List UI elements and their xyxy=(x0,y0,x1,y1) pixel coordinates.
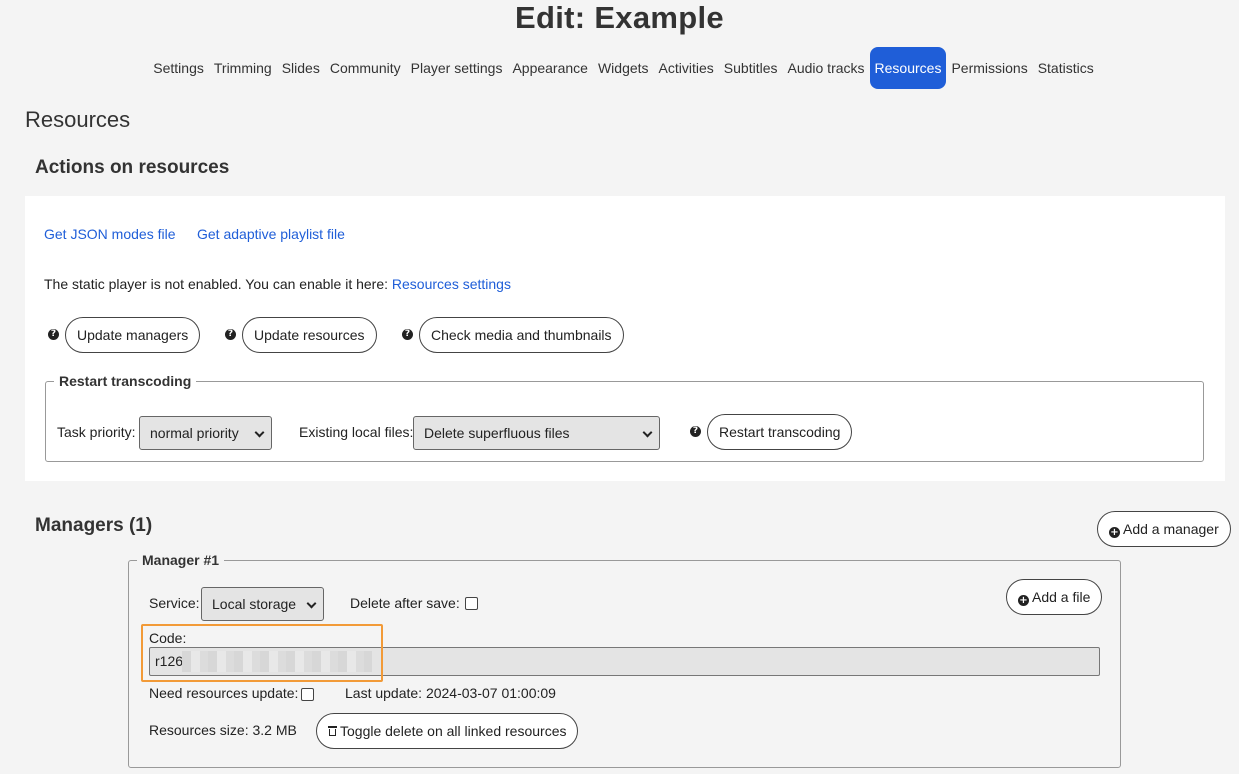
need-update-label: Need resources update: xyxy=(149,685,299,701)
add-manager-button[interactable]: + Add a manager xyxy=(1097,511,1231,547)
tab-resources[interactable]: Resources xyxy=(869,47,947,89)
help-icon[interactable]: ? xyxy=(225,329,236,340)
need-update-checkbox[interactable] xyxy=(301,688,314,701)
chevron-down-icon xyxy=(642,427,653,438)
add-manager-label: Add a manager xyxy=(1123,521,1219,537)
plus-circle-icon: + xyxy=(1018,595,1029,606)
task-priority-value: normal priority xyxy=(150,425,239,441)
page-title: Edit: Example xyxy=(515,0,724,35)
tab-widgets[interactable]: Widgets xyxy=(593,47,654,89)
chevron-down-icon xyxy=(306,598,317,609)
plus-circle-icon: + xyxy=(1109,527,1120,538)
code-input[interactable]: r126 xyxy=(149,647,1100,676)
managers-heading: Managers (1) xyxy=(35,515,153,536)
check-media-button[interactable]: Check media and thumbnails xyxy=(419,317,624,353)
tab-audio-tracks[interactable]: Audio tracks xyxy=(782,47,869,89)
tab-permissions[interactable]: Permissions xyxy=(946,47,1032,89)
tab-appearance[interactable]: Appearance xyxy=(507,47,593,89)
code-label: Code: xyxy=(149,630,187,646)
trash-icon xyxy=(328,726,337,737)
service-label: Service: xyxy=(149,595,200,611)
help-icon[interactable]: ? xyxy=(690,426,701,437)
update-managers-button[interactable]: Update managers xyxy=(65,317,201,353)
add-file-button[interactable]: + Add a file xyxy=(1006,579,1103,615)
existing-files-select[interactable]: Delete superfluous files xyxy=(413,416,660,450)
adaptive-playlist-link[interactable]: Get adaptive playlist file xyxy=(197,226,345,242)
help-icon[interactable]: ? xyxy=(48,329,59,340)
toggle-delete-label: Toggle delete on all linked resources xyxy=(340,723,567,739)
task-priority-select[interactable]: normal priority xyxy=(139,416,272,450)
add-file-label: Add a file xyxy=(1032,589,1091,605)
tab-statistics[interactable]: Statistics xyxy=(1033,47,1099,89)
code-value: r126 xyxy=(155,653,184,669)
service-value: Local storage xyxy=(212,596,297,612)
chevron-down-icon xyxy=(254,427,265,438)
update-resources-button[interactable]: Update resources xyxy=(242,317,377,353)
restart-transcoding-button[interactable]: Restart transcoding xyxy=(707,414,853,450)
tab-activities[interactable]: Activities xyxy=(654,47,719,89)
existing-files-label: Existing local files: xyxy=(299,424,414,440)
delete-after-save-checkbox[interactable] xyxy=(465,597,478,610)
tab-slides[interactable]: Slides xyxy=(277,47,325,89)
task-priority-label: Task priority: xyxy=(57,424,136,440)
toggle-delete-button[interactable]: Toggle delete on all linked resources xyxy=(316,713,579,749)
static-player-notice: The static player is not enabled. You ca… xyxy=(44,276,511,292)
redacted-code-mask xyxy=(182,651,372,672)
resources-settings-link[interactable]: Resources settings xyxy=(392,276,511,292)
actions-heading: Actions on resources xyxy=(35,157,230,178)
section-heading: Resources xyxy=(25,107,131,132)
tab-subtitles[interactable]: Subtitles xyxy=(719,47,783,89)
tab-player-settings[interactable]: Player settings xyxy=(406,47,508,89)
resources-size-text: Resources size: 3.2 MB xyxy=(149,722,297,738)
service-select[interactable]: Local storage xyxy=(201,587,324,621)
manager-legend: Manager #1 xyxy=(142,552,220,568)
tab-bar: Settings Trimming Slides Community Playe… xyxy=(0,47,1239,89)
help-icon[interactable]: ? xyxy=(402,329,413,340)
last-update-text: Last update: 2024-03-07 01:00:09 xyxy=(345,685,556,701)
static-player-text: The static player is not enabled. You ca… xyxy=(44,276,389,292)
tab-community[interactable]: Community xyxy=(325,47,406,89)
existing-files-value: Delete superfluous files xyxy=(424,425,570,441)
actions-panel: Get JSON modes file Get adaptive playlis… xyxy=(25,196,1225,481)
restart-transcoding-legend: Restart transcoding xyxy=(59,373,192,389)
tab-trimming[interactable]: Trimming xyxy=(209,47,277,89)
json-modes-link[interactable]: Get JSON modes file xyxy=(44,226,176,242)
delete-after-save-label: Delete after save: xyxy=(350,595,460,611)
tab-settings[interactable]: Settings xyxy=(148,47,209,89)
